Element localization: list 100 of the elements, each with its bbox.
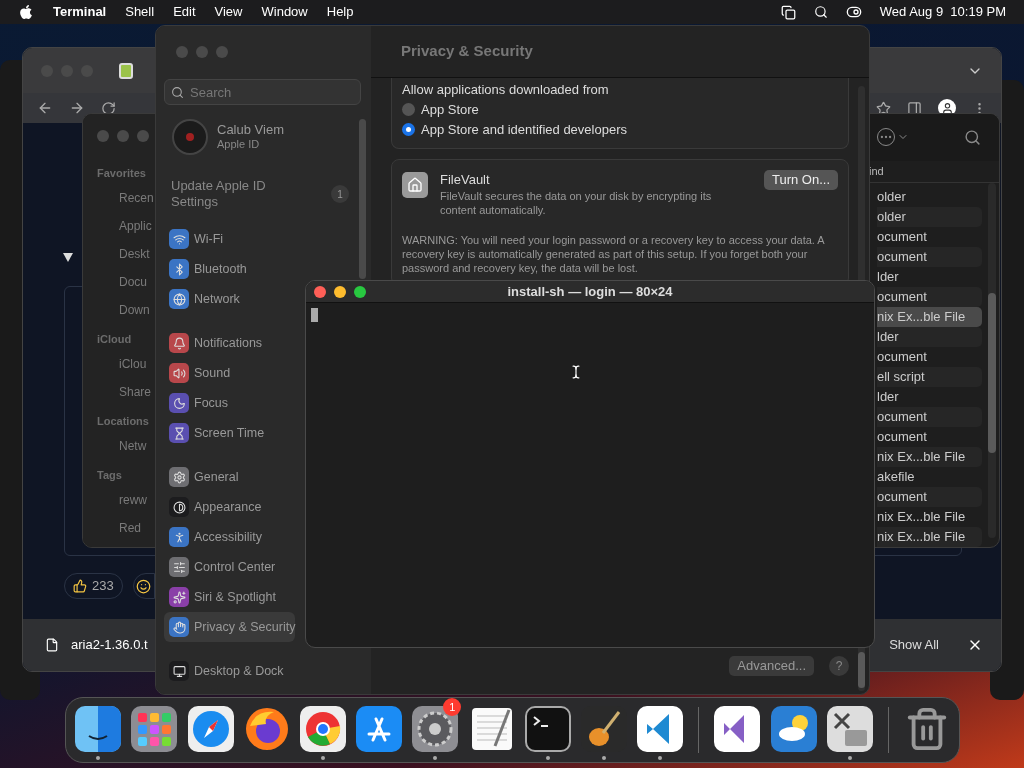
back-icon[interactable] bbox=[37, 100, 53, 116]
a-shape-icon[interactable] bbox=[356, 706, 403, 752]
overlapping-rectangles-icon[interactable] bbox=[780, 4, 796, 20]
toggle-icon[interactable] bbox=[845, 4, 862, 20]
sidebar-item[interactable]: Docu bbox=[119, 268, 147, 296]
globe-icon[interactable] bbox=[243, 706, 290, 752]
menu-item[interactable]: Help bbox=[326, 2, 354, 22]
sidebar-heading: Locations bbox=[97, 414, 150, 429]
sidebar-item[interactable]: Desktop & Dock bbox=[164, 656, 284, 686]
file-kind-cell[interactable]: ocument bbox=[877, 287, 982, 307]
puzzle-icon bbox=[119, 62, 133, 79]
grid-icon[interactable] bbox=[131, 706, 178, 752]
column-header[interactable]: ind bbox=[869, 163, 884, 180]
sidebar-item[interactable]: iClou bbox=[119, 350, 147, 378]
file-kind-cell[interactable]: lder bbox=[877, 267, 982, 287]
menu-item[interactable]: Edit bbox=[173, 2, 196, 22]
sidebar-label: Network bbox=[194, 290, 240, 308]
sidebar-item[interactable]: Wi-Fi bbox=[164, 224, 224, 254]
sidebar-item[interactable]: Siri & Spotlight bbox=[164, 582, 276, 612]
file-kind-cell[interactable]: lder bbox=[877, 387, 982, 407]
sidebar-item[interactable]: Appearance bbox=[164, 492, 262, 522]
menu-item[interactable]: Shell bbox=[125, 2, 155, 22]
scrollbar-thumb[interactable] bbox=[858, 652, 865, 688]
download-filename[interactable]: aria2-1.36.0.t bbox=[71, 635, 148, 655]
file-kind-cell[interactable]: ocument bbox=[877, 227, 982, 247]
scrollbar-thumb[interactable] bbox=[988, 293, 996, 453]
sidebar-item[interactable]: Netw bbox=[119, 432, 147, 460]
sidebar-item[interactable]: Notifications bbox=[164, 328, 263, 358]
zoom-button[interactable] bbox=[354, 285, 366, 298]
radio-label[interactable]: App Store bbox=[421, 99, 479, 120]
minimize-button[interactable] bbox=[334, 285, 346, 298]
sidebar-item[interactable]: Privacy & Security bbox=[164, 612, 296, 642]
apple-icon[interactable] bbox=[18, 4, 34, 20]
sidebar-item[interactable]: Network bbox=[164, 284, 240, 314]
radio-button[interactable] bbox=[402, 123, 415, 136]
menu-item[interactable]: Terminal bbox=[53, 2, 107, 22]
disk-drive-icon[interactable] bbox=[826, 706, 873, 752]
file-kind-cell[interactable]: nix Ex...ble File bbox=[877, 447, 982, 467]
sidebar-item[interactable]: Sound bbox=[164, 358, 231, 388]
file-kind-cell[interactable]: nix Ex...ble File bbox=[877, 527, 982, 547]
filevault-title: FileVault bbox=[440, 170, 491, 189]
file-kind-cell[interactable]: ell script bbox=[877, 367, 982, 387]
file-kind-cell[interactable]: older bbox=[877, 187, 982, 207]
sidebar-label: Privacy & Security bbox=[194, 618, 296, 636]
close-button[interactable] bbox=[314, 285, 326, 298]
sidebar-item[interactable]: Recen bbox=[119, 184, 154, 212]
file-kind-cell[interactable]: ocument bbox=[877, 407, 982, 427]
code-icon[interactable] bbox=[637, 706, 684, 752]
notification-badge: 1 bbox=[331, 185, 349, 203]
file-kind-cell[interactable]: older bbox=[877, 207, 982, 227]
sidebar-icon[interactable] bbox=[907, 100, 922, 116]
search-icon[interactable] bbox=[813, 5, 828, 19]
ring-icon[interactable] bbox=[299, 706, 346, 752]
advanced-button[interactable]: Advanced... bbox=[729, 656, 814, 676]
sidebar-item[interactable]: Applic bbox=[119, 212, 152, 240]
sidebar-label: General bbox=[194, 468, 239, 486]
star-icon[interactable] bbox=[876, 100, 891, 116]
sidebar-label: Bluetooth bbox=[194, 260, 247, 278]
running-indicator bbox=[545, 756, 550, 760]
caret-down-icon[interactable] bbox=[63, 253, 73, 262]
sidebar-item[interactable]: Screen Time bbox=[164, 418, 265, 448]
turn-on-button[interactable]: Turn On... bbox=[763, 169, 838, 190]
file-kind-cell[interactable]: nix Ex...ble File bbox=[877, 507, 982, 527]
menu-item[interactable]: View bbox=[214, 2, 243, 22]
split-square-icon[interactable] bbox=[75, 706, 122, 752]
file-kind-cell[interactable]: akefile bbox=[877, 467, 982, 487]
text-cursor bbox=[311, 308, 318, 322]
scrollbar[interactable] bbox=[359, 119, 366, 279]
dock-item[interactable]: 1 bbox=[407, 699, 464, 761]
file-kind-cell[interactable]: ocument bbox=[877, 427, 982, 447]
reload-icon[interactable] bbox=[101, 100, 116, 116]
sidebar-item[interactable]: Control Center bbox=[164, 552, 276, 582]
file-kind-cell[interactable]: ocument bbox=[877, 347, 982, 367]
file-kind-cell[interactable]: ocument bbox=[877, 247, 982, 267]
sidebar-item[interactable]: Accessibility bbox=[164, 522, 263, 552]
sidebar-item[interactable]: reww bbox=[119, 486, 147, 514]
sidebar-item[interactable]: Share bbox=[119, 378, 152, 406]
sidebar-item[interactable]: General bbox=[164, 462, 239, 492]
show-all-button[interactable]: Show All bbox=[889, 635, 939, 655]
forward-icon[interactable] bbox=[69, 100, 85, 116]
file-kind-cell[interactable]: lder bbox=[877, 327, 982, 347]
file-kind-cell[interactable]: nix Ex...ble File bbox=[877, 307, 982, 327]
radio-button[interactable] bbox=[402, 103, 415, 116]
compass-icon[interactable] bbox=[187, 706, 234, 752]
cloud-sun-icon[interactable] bbox=[770, 706, 817, 752]
sidebar-item[interactable]: Down bbox=[119, 296, 150, 324]
menu-item[interactable]: Window bbox=[261, 2, 308, 22]
running-indicator bbox=[601, 756, 606, 760]
update-apple-id-link[interactable]: Update Apple ID Settings bbox=[171, 178, 291, 210]
terminal-icon[interactable] bbox=[524, 706, 571, 752]
search-field[interactable]: Search bbox=[164, 79, 361, 105]
file-kind-cell[interactable]: ocument bbox=[877, 487, 982, 507]
sidebar-item[interactable]: Bluetooth bbox=[164, 254, 247, 284]
account-name[interactable]: Calub Viem bbox=[217, 122, 284, 137]
sidebar-item[interactable]: Red bbox=[119, 514, 141, 542]
sidebar-item[interactable]: Focus bbox=[164, 388, 229, 418]
sidebar-item[interactable]: Deskt bbox=[119, 240, 150, 268]
filevault-description: FileVault secures the data on your disk by encrypting its content automatically. bbox=[440, 189, 713, 217]
radio-label[interactable]: App Store and identified developers bbox=[421, 119, 627, 140]
loop-icon[interactable] bbox=[714, 706, 761, 752]
